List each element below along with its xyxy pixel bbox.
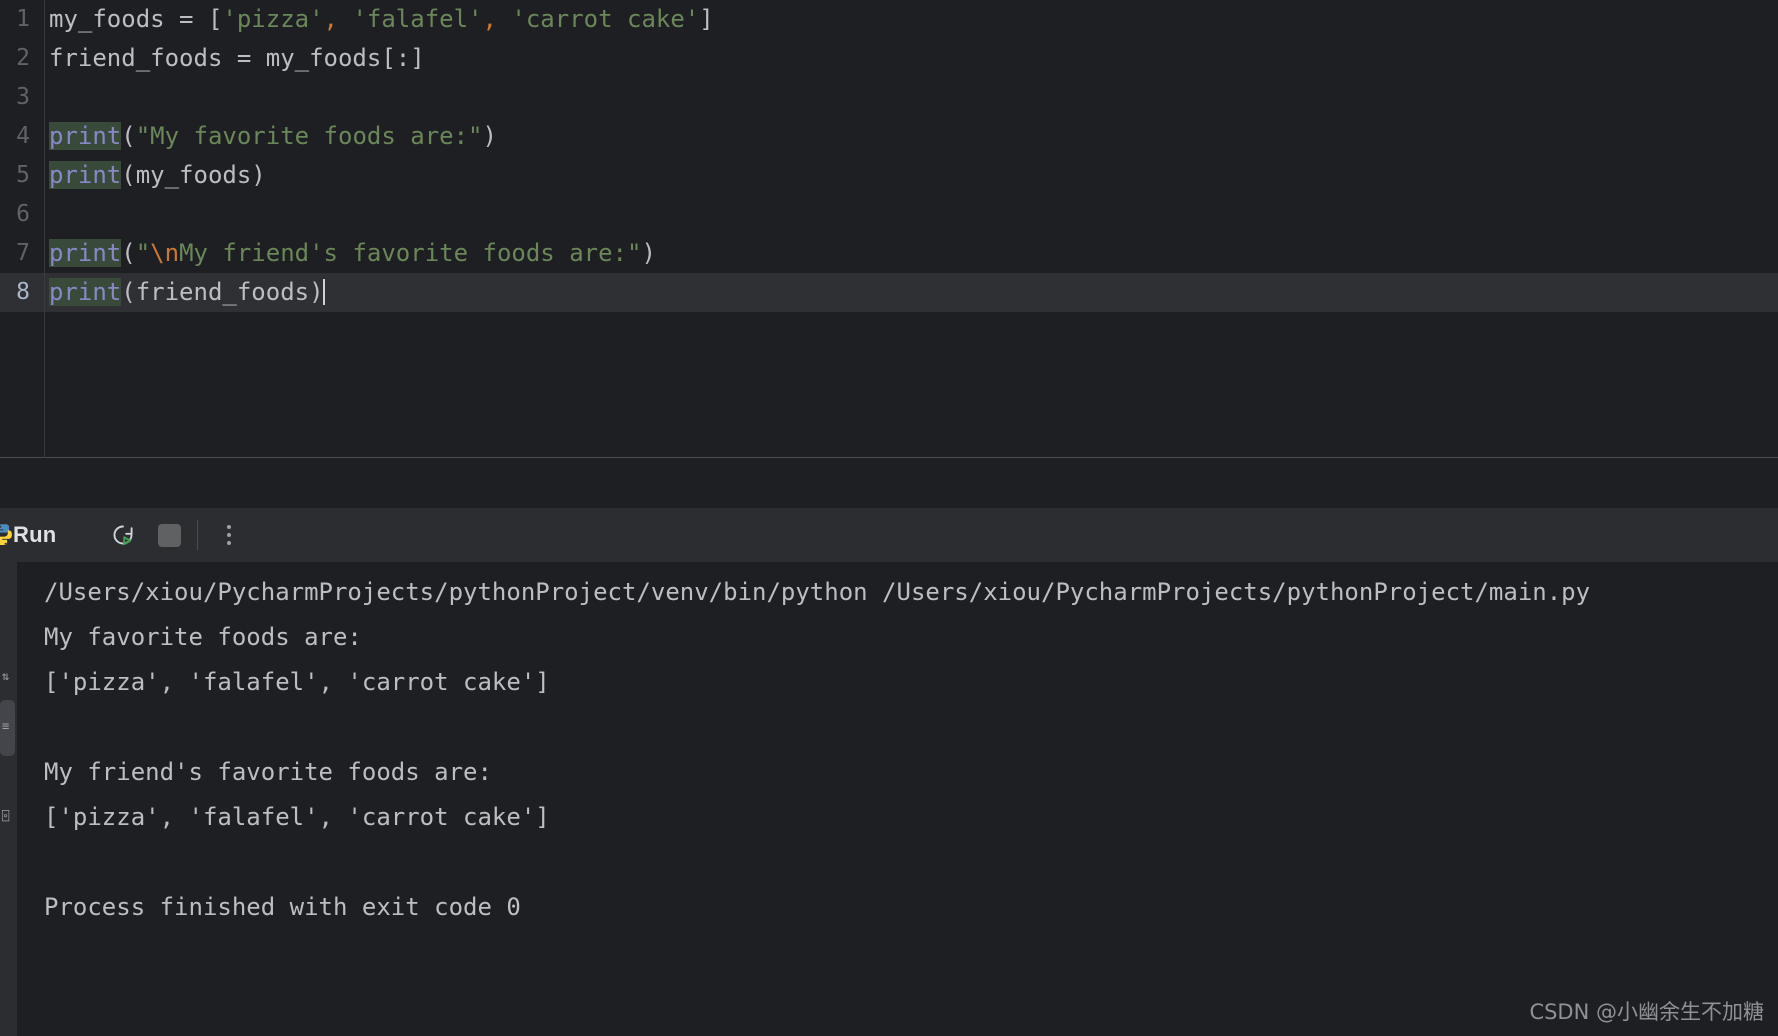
code-line-text: print(my_foods) <box>49 156 266 195</box>
code-token: print <box>49 161 122 189</box>
code-line[interactable]: 2 friend_foods = my_foods[:] <box>0 39 1778 78</box>
code-token: \n <box>150 239 180 267</box>
code-token: , <box>323 5 338 33</box>
toolbar-divider <box>197 520 198 550</box>
code-token: print <box>49 239 122 267</box>
stop-square-glyph <box>157 523 181 547</box>
code-token: , <box>482 5 497 33</box>
run-console[interactable]: ⇅ ≡ ⌻ /Users/xiou/PycharmProjects/python… <box>0 562 1778 1036</box>
code-token: (my_foods) <box>121 161 266 189</box>
gutter-separator <box>44 0 45 458</box>
stop-icon[interactable] <box>152 518 186 552</box>
code-token: ( <box>121 239 136 267</box>
run-toolwindow-header[interactable]: Run <box>0 508 1778 562</box>
code-token: "My favorite foods are:" <box>135 122 483 150</box>
rail-soft-wrap-icon[interactable]: ≡ <box>2 720 9 732</box>
code-line[interactable]: 6 <box>0 195 1778 234</box>
code-token: print <box>49 122 122 150</box>
code-token: 'pizza' <box>222 5 324 33</box>
line-number[interactable]: 5 <box>0 156 30 195</box>
line-number[interactable]: 3 <box>0 78 30 117</box>
console-line: ['pizza', 'falafel', 'carrot cake'] <box>44 668 550 696</box>
code-lines[interactable]: 1 my_foods = ['pizza', 'falafel', 'carrot… <box>0 0 1778 312</box>
code-token: my_foods = [ <box>49 5 223 33</box>
console-line: Process finished with exit code 0 <box>44 893 521 921</box>
code-line[interactable]: 7 print("\nMy friend's favorite foods are… <box>0 234 1778 273</box>
more-dots-glyph <box>227 523 231 547</box>
code-token: print <box>49 278 122 306</box>
code-token: ] <box>699 5 714 33</box>
code-token: ( <box>121 122 136 150</box>
console-rail-divider <box>17 562 18 1036</box>
line-number[interactable]: 8 <box>0 273 30 312</box>
console-line: My favorite foods are: <box>44 623 362 651</box>
editor-console-gap <box>0 458 1778 508</box>
rail-scroll-icon[interactable]: ⇅ <box>2 670 9 682</box>
console-line: My friend's favorite foods are: <box>44 758 492 786</box>
code-token: ) <box>641 239 656 267</box>
code-token: (friend_foods) <box>121 278 324 306</box>
code-line-text: my_foods = ['pizza', 'falafel', 'carrot … <box>49 0 714 39</box>
csdn-watermark: CSDN @小幽余生不加糖 <box>1529 1000 1764 1024</box>
rail-print-icon[interactable]: ⌻ <box>2 810 9 822</box>
code-token: 'carrot cake' <box>511 5 700 33</box>
run-toolwindow-title: Run <box>13 522 57 547</box>
code-line[interactable]: 5 print(my_foods) <box>0 156 1778 195</box>
pycharm-window: 1 my_foods = ['pizza', 'falafel', 'carrot… <box>0 0 1778 1036</box>
console-side-rail[interactable]: ⇅ ≡ ⌻ <box>0 562 17 1036</box>
code-token: 'falafel' <box>352 5 483 33</box>
code-line[interactable]: 1 my_foods = ['pizza', 'falafel', 'carrot… <box>0 0 1778 39</box>
line-number[interactable]: 7 <box>0 234 30 273</box>
code-line[interactable]: 8 print(friend_foods) <box>0 273 1778 312</box>
console-output: /Users/xiou/PycharmProjects/pythonProjec… <box>44 570 1778 930</box>
line-number[interactable]: 4 <box>0 117 30 156</box>
code-line[interactable]: 4 print("My favorite foods are:") <box>0 117 1778 156</box>
rerun-icon[interactable] <box>106 518 140 552</box>
text-caret <box>322 279 325 305</box>
console-line: /Users/xiou/PycharmProjects/pythonProjec… <box>44 578 1591 606</box>
code-editor[interactable]: 1 my_foods = ['pizza', 'falafel', 'carrot… <box>0 0 1778 458</box>
code-line-text: print("My favorite foods are:") <box>49 117 497 156</box>
code-line-text: print(friend_foods) <box>49 273 325 312</box>
line-number[interactable]: 6 <box>0 195 30 234</box>
more-options-icon[interactable] <box>212 518 246 552</box>
code-line[interactable]: 3 <box>0 78 1778 117</box>
line-number[interactable]: 1 <box>0 0 30 39</box>
code-line-text: print("\nMy friend's favorite foods are:… <box>49 234 656 273</box>
line-number[interactable]: 2 <box>0 39 30 78</box>
console-line: ['pizza', 'falafel', 'carrot cake'] <box>44 803 550 831</box>
code-token: ) <box>482 122 497 150</box>
code-token: My friend's favorite foods are:" <box>179 239 642 267</box>
code-token: " <box>135 239 151 267</box>
code-line-text: friend_foods = my_foods[:] <box>49 39 425 78</box>
code-token: friend_foods = my_foods[:] <box>49 44 425 72</box>
